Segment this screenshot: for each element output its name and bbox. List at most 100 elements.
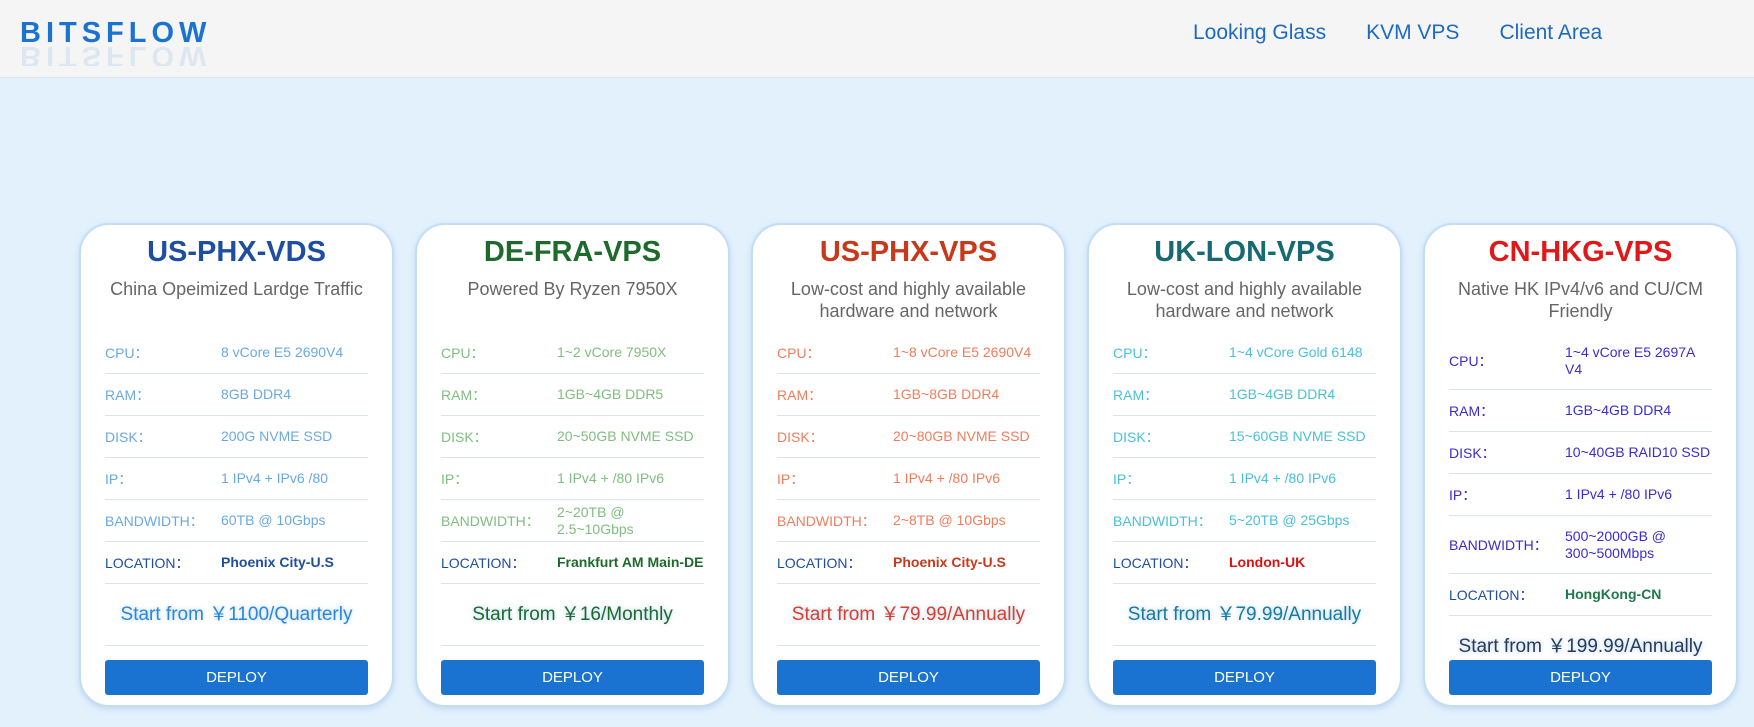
plan-subtitle: Low-cost and highly available hardware a… bbox=[790, 279, 1027, 321]
spec-label: BANDWIDTH： bbox=[441, 512, 540, 529]
spec-row: LOCATION： Phoenix City-U.S bbox=[105, 542, 368, 584]
spec-row: LOCATION： London-UK bbox=[1113, 542, 1376, 584]
spec-label: CPU： bbox=[1113, 344, 1157, 361]
logo-reflection: BITSFLOW bbox=[20, 46, 212, 66]
spec-row: LOCATION： HongKong-CN bbox=[1449, 574, 1712, 616]
plan-card: DE-FRA-VPS Powered By Ryzen 7950X CPU： 1~2 … bbox=[415, 223, 730, 707]
plan-title: DE-FRA-VPS bbox=[483, 236, 662, 268]
spec-label: LOCATION： bbox=[105, 554, 190, 571]
spec-label: RAM： bbox=[1449, 402, 1495, 419]
spec-value: 2~20TB @ 2.5~10Gbps bbox=[557, 503, 634, 537]
plan-card: US-PHX-VPS Low-cost and highly available … bbox=[751, 223, 1066, 707]
spec-value: 1 IPv4 + /80 IPv6 bbox=[1565, 486, 1673, 502]
spec-label: CPU： bbox=[1449, 352, 1493, 369]
spec-row: LOCATION： Phoenix City-U.S bbox=[777, 542, 1040, 584]
main-nav: Looking Glass KVM VPS Client Area bbox=[1193, 20, 1642, 46]
spec-row: DISK： 15~60GB NVME SSD bbox=[1113, 416, 1376, 458]
spec-row: RAM： 1GB~8GB DDR4 bbox=[777, 374, 1040, 416]
spec-label: DISK： bbox=[777, 428, 824, 445]
nav-looking-glass[interactable]: Looking Glass bbox=[1193, 20, 1326, 46]
spec-value: 10~40GB RAID10 SSD bbox=[1565, 444, 1711, 460]
spec-label: BANDWIDTH： bbox=[105, 512, 204, 529]
spec-label: CPU： bbox=[777, 344, 821, 361]
spec-value: London-UK bbox=[1229, 554, 1306, 570]
spec-label: BANDWIDTH： bbox=[1113, 512, 1212, 529]
spec-value: 1GB~4GB DDR4 bbox=[1229, 386, 1336, 402]
spec-label: IP： bbox=[777, 470, 805, 487]
spec-value: 200G NVME SSD bbox=[221, 428, 333, 444]
spec-row: IP： 1 IPv4 + /80 IPv6 bbox=[777, 458, 1040, 500]
top-header: BITSFLOW BITSFLOW Looking Glass KVM VPS … bbox=[0, 0, 1754, 78]
deploy-button[interactable]: DEPLOY bbox=[1113, 660, 1376, 695]
spec-row: BANDWIDTH： 60TB @ 10Gbps bbox=[105, 500, 368, 542]
spec-value: HongKong-CN bbox=[1565, 586, 1662, 602]
spec-row: RAM： 1GB~4GB DDR4 bbox=[1449, 390, 1712, 432]
spec-label: RAM： bbox=[441, 386, 487, 403]
spec-row: BANDWIDTH： 5~20TB @ 25Gbps bbox=[1113, 500, 1376, 542]
plan-price: Start from ￥16/Monthly bbox=[441, 584, 704, 646]
spec-value: 1~4 vCore E5 2697A V4 bbox=[1565, 343, 1695, 377]
spec-list: CPU： 1~4 vCore E5 2697A V4 RAM： 1GB~4GB DDR… bbox=[1449, 332, 1712, 616]
spec-row: RAM： 8GB DDR4 bbox=[105, 374, 368, 416]
spec-value: 20~80GB NVME SSD bbox=[893, 428, 1030, 444]
spec-row: CPU： 8 vCore E5 2690V4 bbox=[105, 332, 368, 374]
spec-value: 1~4 vCore Gold 6148 bbox=[1229, 344, 1363, 360]
spec-list: CPU： 8 vCore E5 2690V4 RAM： 8GB DDR4 DISK： 20… bbox=[105, 332, 368, 584]
spec-value: Phoenix City-U.S bbox=[221, 554, 334, 570]
spec-row: CPU： 1~8 vCore E5 2690V4 bbox=[777, 332, 1040, 374]
spec-value: 20~50GB NVME SSD bbox=[557, 428, 694, 444]
nav-kvm-vps[interactable]: KVM VPS bbox=[1366, 20, 1459, 46]
spec-label: DISK： bbox=[105, 428, 152, 445]
spec-value: 8GB DDR4 bbox=[221, 386, 292, 402]
spec-label: RAM： bbox=[777, 386, 823, 403]
brand-logo[interactable]: BITSFLOW BITSFLOW bbox=[20, 16, 211, 66]
spec-list: CPU： 1~2 vCore 7950X RAM： 1GB~4GB DDR5 DISK：… bbox=[441, 332, 704, 584]
spec-label: DISK： bbox=[1113, 428, 1160, 445]
spec-row: BANDWIDTH： 2~8TB @ 10Gbps bbox=[777, 500, 1040, 542]
spec-row: CPU： 1~4 vCore E5 2697A V4 bbox=[1449, 332, 1712, 390]
plan-subtitle: Low-cost and highly available hardware a… bbox=[1126, 279, 1363, 321]
deploy-button[interactable]: DEPLOY bbox=[1449, 660, 1712, 695]
spec-value: 1~8 vCore E5 2690V4 bbox=[893, 344, 1032, 360]
spec-row: DISK： 20~80GB NVME SSD bbox=[777, 416, 1040, 458]
deploy-button[interactable]: DEPLOY bbox=[441, 660, 704, 695]
nav-client-area[interactable]: Client Area bbox=[1499, 20, 1602, 46]
spec-value: 1 IPv4 + /80 IPv6 bbox=[557, 470, 665, 486]
spec-value: 1~2 vCore 7950X bbox=[557, 344, 667, 360]
spec-value: 1GB~4GB DDR4 bbox=[1565, 402, 1672, 418]
spec-row: DISK： 20~50GB NVME SSD bbox=[441, 416, 704, 458]
plan-price: Start from ￥1100/Quarterly bbox=[105, 584, 368, 646]
plan-card: US-PHX-VDS China Opeimized Lardge Traffic… bbox=[79, 223, 394, 707]
spec-row: IP： 1 IPv4 + /80 IPv6 bbox=[1449, 474, 1712, 516]
plan-cards: US-PHX-VDS China Opeimized Lardge Traffic… bbox=[79, 223, 1754, 707]
spec-row: DISK： 200G NVME SSD bbox=[105, 416, 368, 458]
spec-value: 1GB~8GB DDR4 bbox=[893, 386, 1000, 402]
spec-value: 1 IPv4 + IPv6 /80 bbox=[221, 470, 329, 486]
spec-value: 60TB @ 10Gbps bbox=[221, 512, 326, 528]
spec-label: IP： bbox=[441, 470, 469, 487]
spec-row: LOCATION： Frankfurt AM Main-DE bbox=[441, 542, 704, 584]
deploy-button[interactable]: DEPLOY bbox=[105, 660, 368, 695]
plan-card: UK-LON-VPS Low-cost and highly available … bbox=[1087, 223, 1402, 707]
spec-label: LOCATION： bbox=[1449, 586, 1534, 603]
spec-label: CPU： bbox=[441, 344, 485, 361]
spec-row: BANDWIDTH： 2~20TB @ 2.5~10Gbps bbox=[441, 500, 704, 542]
spec-label: IP： bbox=[1113, 470, 1141, 487]
spec-value: 1 IPv4 + /80 IPv6 bbox=[893, 470, 1001, 486]
spec-list: CPU： 1~4 vCore Gold 6148 RAM： 1GB~4GB DDR4 D… bbox=[1113, 332, 1376, 584]
plan-price: Start from ￥79.99/Annually bbox=[777, 584, 1040, 646]
spec-value: Frankfurt AM Main-DE bbox=[557, 554, 704, 570]
plan-subtitle: China Opeimized Lardge Traffic bbox=[110, 279, 363, 299]
spec-value: 15~60GB NVME SSD bbox=[1229, 428, 1366, 444]
spec-row: IP： 1 IPv4 + /80 IPv6 bbox=[1113, 458, 1376, 500]
spec-list: CPU： 1~8 vCore E5 2690V4 RAM： 1GB~8GB DDR4 D… bbox=[777, 332, 1040, 584]
spec-label: IP： bbox=[105, 470, 133, 487]
spec-value: 5~20TB @ 25Gbps bbox=[1229, 512, 1350, 528]
deploy-button[interactable]: DEPLOY bbox=[777, 660, 1040, 695]
spec-row: RAM： 1GB~4GB DDR5 bbox=[441, 374, 704, 416]
plan-card: CN-HKG-VPS Native HK IPv4/v6 and CU/CM Fr… bbox=[1423, 223, 1738, 707]
spec-row: RAM： 1GB~4GB DDR4 bbox=[1113, 374, 1376, 416]
spec-label: DISK： bbox=[1449, 444, 1496, 461]
spec-value: 8 vCore E5 2690V4 bbox=[221, 344, 344, 360]
plan-title: CN-HKG-VPS bbox=[1488, 236, 1673, 268]
